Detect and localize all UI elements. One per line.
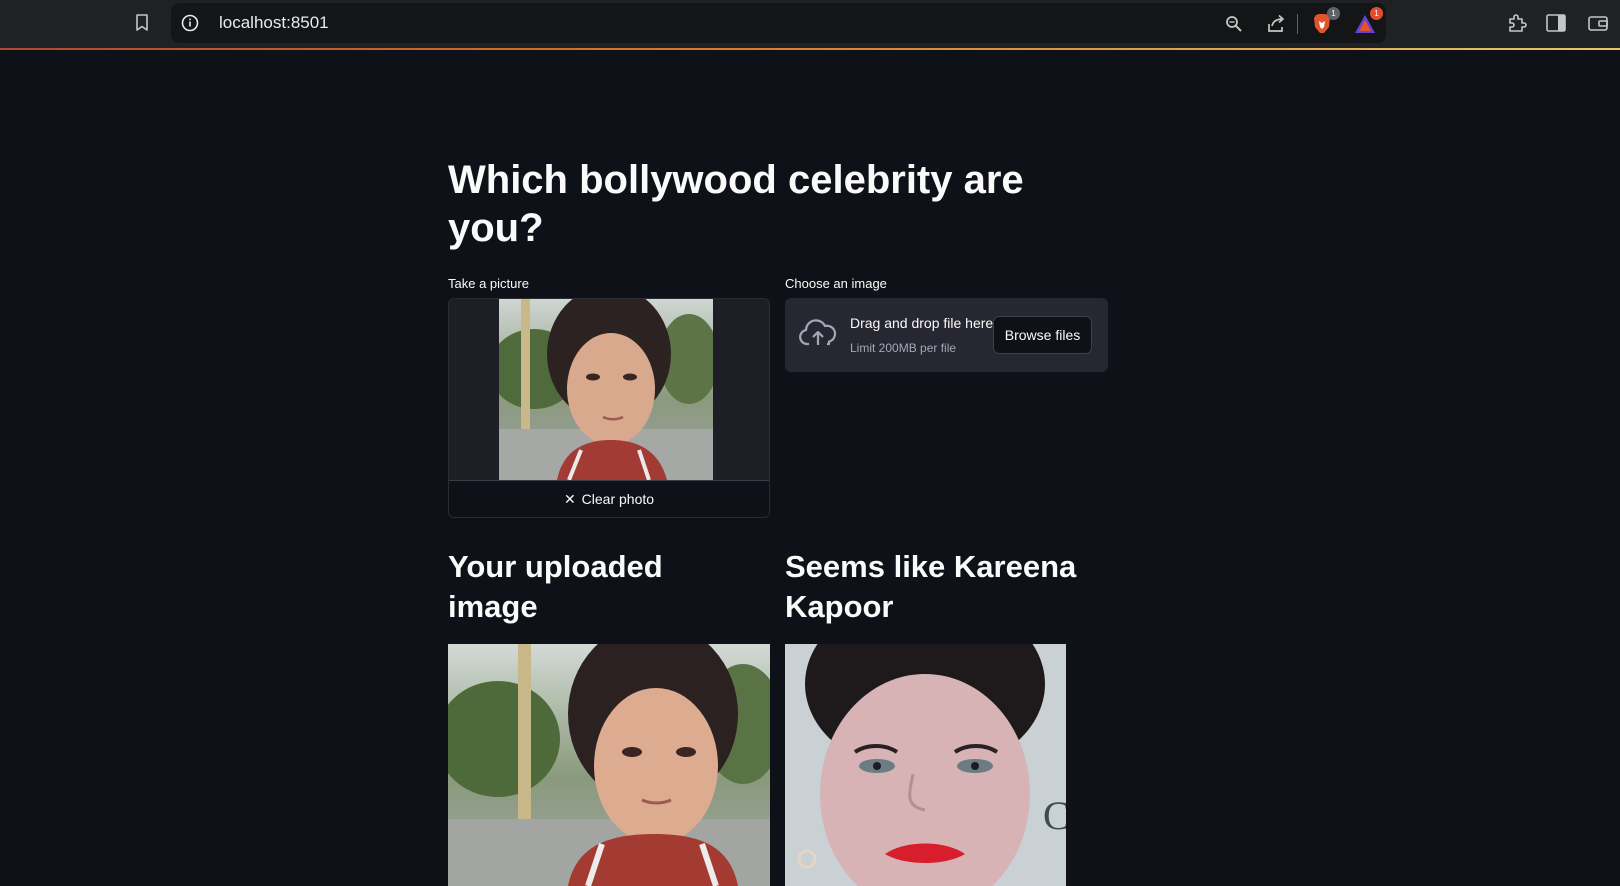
uploaded-image (448, 644, 770, 886)
extensions-icon[interactable] (1506, 12, 1528, 34)
background-logo-letter: C (1043, 793, 1066, 838)
camera-input-label: Take a picture (448, 276, 529, 291)
brave-rewards-icon[interactable]: 1 (1354, 7, 1383, 35)
file-dropzone[interactable]: Drag and drop file here Limit 200MB per … (785, 298, 1108, 372)
zoom-icon[interactable] (1223, 13, 1245, 35)
celebrity-match-image: C (785, 644, 1066, 886)
camera-preview (449, 299, 769, 480)
clear-photo-button[interactable]: ✕ Clear photo (449, 480, 769, 517)
site-info-icon[interactable] (181, 14, 199, 32)
sidebar-icon[interactable] (1545, 12, 1567, 34)
close-icon: ✕ (563, 490, 576, 507)
rewards-count-badge: 1 (1370, 7, 1383, 20)
camera-input: ✕ Clear photo (448, 298, 770, 518)
dropzone-limit: Limit 200MB per file (850, 341, 957, 355)
url-text[interactable]: localhost:8501 (219, 13, 329, 33)
uploaded-image-heading: Your uploaded image (448, 549, 663, 624)
share-icon[interactable] (1265, 13, 1287, 35)
brave-shields-icon[interactable]: 1 (1311, 7, 1340, 35)
match-heading: Seems like Kareena Kapoor (785, 549, 1077, 624)
captured-photo (499, 299, 713, 480)
cloud-upload-icon (799, 318, 837, 348)
shields-count-badge: 1 (1327, 7, 1340, 20)
bookmark-icon[interactable] (132, 12, 152, 34)
clear-photo-label: Clear photo (581, 491, 655, 507)
file-uploader-label: Choose an image (785, 276, 887, 291)
wallet-icon[interactable] (1587, 12, 1609, 34)
page-load-accent (0, 48, 1620, 50)
toolbar-divider (1297, 14, 1298, 34)
dropzone-instructions: Drag and drop file here (850, 315, 994, 331)
page-title: Which bollywood celebrity are you? (448, 158, 1024, 250)
browser-toolbar: localhost:8501 1 1 (0, 0, 1620, 50)
address-bar[interactable]: localhost:8501 1 1 (171, 3, 1386, 43)
browse-files-button[interactable]: Browse files (993, 316, 1092, 354)
